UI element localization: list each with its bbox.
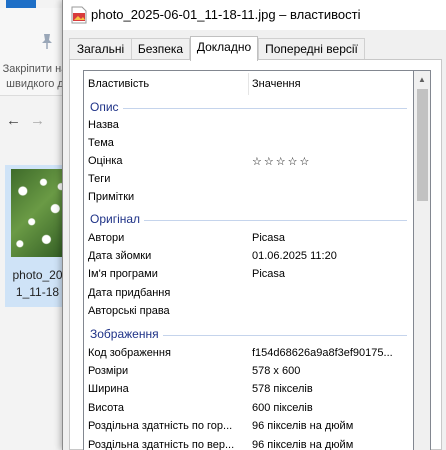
property-value[interactable]: 01.06.2025 11:20 [252,250,410,262]
property-value[interactable]: Picasa [252,232,410,244]
property-key: Код зображення [88,347,171,359]
property-row[interactable]: Тема [84,135,413,153]
property-row[interactable]: Висота 600 пікселів [84,400,413,418]
group-title: Зображення [90,327,163,341]
pin-quick-access-label[interactable]: Закріпити на швидкого д [0,62,70,92]
properties-dialog: photo_2025-06-01_11-18-11.jpg – властиво… [62,0,446,450]
property-row[interactable]: Ширина 578 пікселів [84,381,413,399]
thumbnail-filename-line1: photo_20 [12,268,63,282]
dialog-title: photo_2025-06-01_11-18-11.jpg – властиво… [91,7,361,22]
property-value[interactable]: 578 x 600 [252,365,410,377]
thumbnail-filename: photo_20 1_11-18 [5,267,70,301]
property-key: Роздільна здатність по гор... [88,420,233,432]
column-value[interactable]: Значення [252,78,301,90]
property-row[interactable]: Авторські права [84,303,413,321]
property-key: Роздільна здатність по вер... [88,439,235,450]
back-arrow-icon[interactable]: ← [6,112,21,129]
ribbon-button[interactable] [6,0,36,8]
image-file-icon [71,6,87,24]
property-value[interactable]: 96 пікселів на дюйм [252,439,410,450]
property-row[interactable]: Код зображення f154d68626a9a8f3ef90175..… [84,345,413,363]
property-row[interactable]: Ім'я програми Picasa [84,266,413,284]
tab-strip: Загальні Безпека Докладно Попередні верс… [69,36,439,61]
property-value[interactable]: 96 пікселів на дюйм [252,420,410,432]
selected-file-thumbnail[interactable]: photo_20 1_11-18 [5,165,70,307]
property-key: Ім'я програми [88,268,158,280]
property-key: Ширина [88,383,129,395]
group-image: Зображення [84,326,413,344]
ribbon: Закріпити на швидкого д [0,8,70,96]
pin-text-line1: Закріпити на [2,63,68,75]
dialog-titlebar[interactable]: photo_2025-06-01_11-18-11.jpg – властиво… [63,0,446,30]
property-key: Дата зйомки [88,250,152,262]
group-title: Оригінал [90,212,145,226]
property-row[interactable]: Дата зйомки 01.06.2025 11:20 [84,248,413,266]
details-panel: Властивість Значення Опис Назва Тема Оці… [69,59,442,450]
thumbnail-filename-line2: 1_11-18 [15,285,60,299]
group-origin: Оригінал [84,211,413,229]
property-key: Автори [88,232,125,244]
scroll-up-arrow-icon[interactable]: ▲ [414,71,430,88]
property-row[interactable]: Назва [84,117,413,135]
property-key: Висота [88,402,125,414]
property-value[interactable]: f154d68626a9a8f3ef90175... [252,347,410,359]
property-key: Авторські права [88,305,170,317]
background-explorer-window: Закріпити на швидкого д ← → photo_20 1_1… [0,0,70,450]
property-key: Дата придбання [88,287,171,299]
property-row[interactable]: Роздільна здатність по вер... 96 пікселі… [84,437,413,450]
property-key: Теги [88,173,111,185]
property-value[interactable]: 600 пікселів [252,402,410,414]
property-key: Назва [88,119,119,131]
tab-previous-versions[interactable]: Попередні версії [258,38,365,60]
forward-arrow-icon[interactable]: → [30,112,45,129]
property-key: Розміри [88,365,129,377]
group-divider [90,108,407,109]
property-row[interactable]: Автори Picasa [84,230,413,248]
properties-list[interactable]: Властивість Значення Опис Назва Тема Оці… [83,70,414,450]
rating-stars-icon[interactable]: ☆☆☆☆☆ [252,155,410,168]
pin-text-line2: швидкого д [6,78,64,90]
pin-icon[interactable] [38,32,56,50]
group-description: Опис [84,99,413,117]
column-divider[interactable] [248,73,249,95]
tab-general[interactable]: Загальні [69,38,132,60]
property-row[interactable]: Примітки [84,189,413,207]
property-row[interactable]: Дата придбання [84,285,413,303]
column-property[interactable]: Властивість [88,78,149,90]
column-header: Властивість Значення [84,71,413,97]
property-key: Тема [88,137,114,149]
property-key: Примітки [88,191,135,203]
property-row[interactable]: Теги [84,171,413,189]
property-key: Оцінка [88,155,123,167]
tab-security[interactable]: Безпека [131,38,190,60]
property-value[interactable]: 578 пікселів [252,383,410,395]
group-title: Опис [90,100,123,114]
scrollbar-thumb[interactable] [417,89,428,201]
property-row[interactable]: Розміри 578 x 600 [84,363,413,381]
property-row[interactable]: Роздільна здатність по гор... 96 пікселі… [84,418,413,436]
property-row[interactable]: Оцінка ☆☆☆☆☆ [84,153,413,171]
property-value[interactable]: Picasa [252,268,410,280]
vertical-scrollbar[interactable]: ▲ [414,70,431,450]
tab-details[interactable]: Докладно [190,36,258,61]
